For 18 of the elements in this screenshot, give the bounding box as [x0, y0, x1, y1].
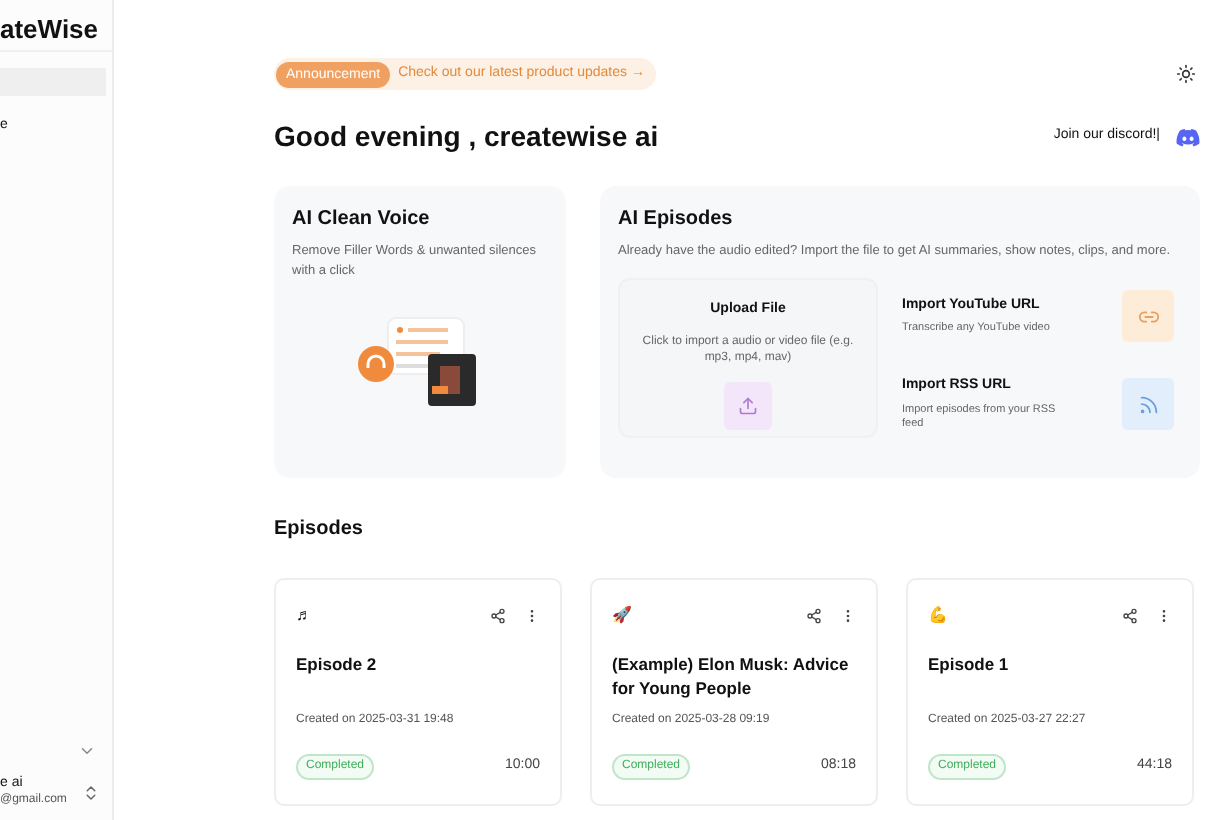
episode-emoji: 💪 [928, 604, 950, 628]
share-icon[interactable] [806, 608, 822, 624]
share-icon[interactable] [1122, 608, 1138, 624]
share-icon[interactable] [490, 608, 506, 624]
chevrons-up-down-icon[interactable] [82, 783, 100, 801]
chat-bubble-icon[interactable] [1176, 127, 1200, 147]
card-title: AI Clean Voice [292, 206, 432, 234]
greeting-heading: Good evening , createwise ai [274, 118, 659, 156]
logo-text: ateWise [0, 0, 112, 52]
episode-emoji: ♬ [296, 604, 314, 628]
episode-emoji: 🚀 [612, 604, 634, 628]
episode-title: (Example) Elon Musk: Advice for Young People [612, 652, 851, 700]
episode-title: Episode 1 [928, 652, 1011, 678]
episode-title: Episode 2 [296, 652, 379, 678]
chevron-down-icon[interactable] [78, 742, 96, 760]
card-title: AI Episodes [618, 206, 735, 234]
sun-icon[interactable] [1176, 64, 1196, 84]
episodes-heading: Episodes [274, 516, 365, 544]
